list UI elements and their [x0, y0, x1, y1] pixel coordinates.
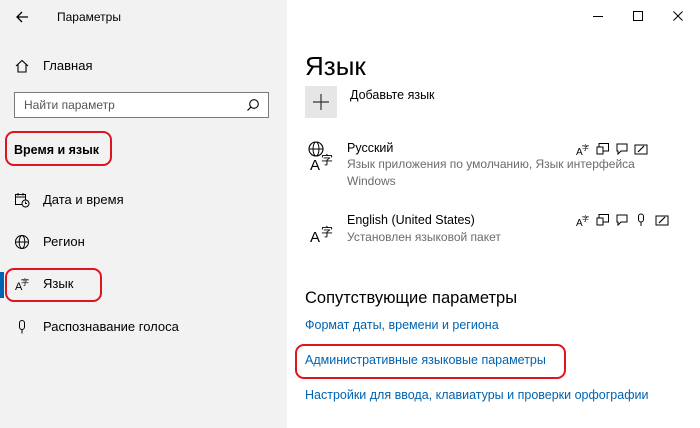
link-admin-language[interactable]: Административные языковые параметры: [305, 353, 546, 367]
close-icon: [673, 11, 683, 21]
language-pack-feature-icon: A 字: [576, 143, 589, 156]
search-input[interactable]: Найти параметр: [14, 92, 269, 118]
nav-home[interactable]: Главная: [0, 48, 287, 84]
speech-icon: [616, 214, 628, 227]
language-description: Язык приложения по умолчанию, Язык интер…: [347, 157, 635, 171]
svg-text:字: 字: [321, 224, 333, 239]
language-name: English (United States): [347, 213, 475, 227]
link-date-format[interactable]: Формат даты, времени и региона: [305, 318, 499, 332]
microphone-feature-icon: [638, 213, 644, 226]
handwriting-icon: [655, 215, 669, 226]
language-pack-icon: A 字: [308, 141, 333, 173]
svg-text:字: 字: [321, 152, 333, 167]
selected-indicator: [0, 272, 4, 298]
language-name: Русский: [347, 141, 394, 155]
search-placeholder: Найти параметр: [24, 98, 115, 112]
maximize-button[interactable]: [618, 4, 658, 28]
display-icon: [596, 214, 609, 226]
sidebar-item-speech[interactable]: Распознавание голоса: [0, 309, 287, 345]
add-language-label[interactable]: Добавьте язык: [350, 88, 435, 102]
maximize-icon: [633, 11, 643, 21]
sidebar-item-language[interactable]: A 字 Язык: [0, 266, 287, 302]
add-language-button[interactable]: [305, 86, 337, 118]
language-description: Windows: [347, 174, 396, 188]
sidebar-item-label: Дата и время: [43, 192, 124, 207]
related-settings-heading: Сопутствующие параметры: [305, 289, 518, 307]
minimize-icon: [593, 16, 603, 17]
nav-home-label: Главная: [43, 58, 93, 73]
close-button[interactable]: [658, 4, 698, 28]
speech-icon: [616, 143, 628, 156]
section-heading: Время и язык: [14, 143, 100, 157]
language-description: Установлен языковой пакет: [347, 230, 501, 244]
sidebar-item-label: Распознавание голоса: [43, 319, 179, 334]
search-icon: [247, 99, 259, 111]
page-title: Язык: [305, 51, 366, 81]
globe-icon: [15, 235, 29, 249]
language-pack-icon: A 字: [310, 224, 333, 245]
handwriting-icon: [634, 144, 648, 155]
calendar-clock-icon: [15, 193, 30, 208]
sidebar-item-label: Регион: [43, 234, 85, 249]
display-icon: [596, 143, 609, 155]
svg-text:A: A: [310, 229, 320, 245]
home-icon: [15, 59, 29, 73]
svg-text:字: 字: [582, 214, 589, 223]
language-icon: A 字: [15, 277, 29, 292]
svg-text:字: 字: [582, 143, 589, 152]
back-button[interactable]: [10, 6, 36, 28]
sidebar-item-region[interactable]: Регион: [0, 224, 287, 260]
sidebar-item-date-time[interactable]: Дата и время: [0, 182, 287, 218]
language-pack-feature-icon: A 字: [576, 214, 589, 227]
svg-text:字: 字: [21, 277, 29, 287]
svg-text:A: A: [310, 157, 320, 173]
sidebar-item-label: Язык: [43, 276, 74, 291]
window-title: Параметры: [57, 10, 121, 24]
back-arrow-icon: [16, 11, 28, 23]
sidebar: Параметры Главная Найти параметр Время и…: [0, 0, 287, 428]
microphone-icon: [19, 320, 25, 334]
plus-icon: [313, 94, 329, 110]
minimize-button[interactable]: [578, 4, 618, 28]
link-typing-settings[interactable]: Настройки для ввода, клавиатуры и провер…: [305, 388, 648, 402]
